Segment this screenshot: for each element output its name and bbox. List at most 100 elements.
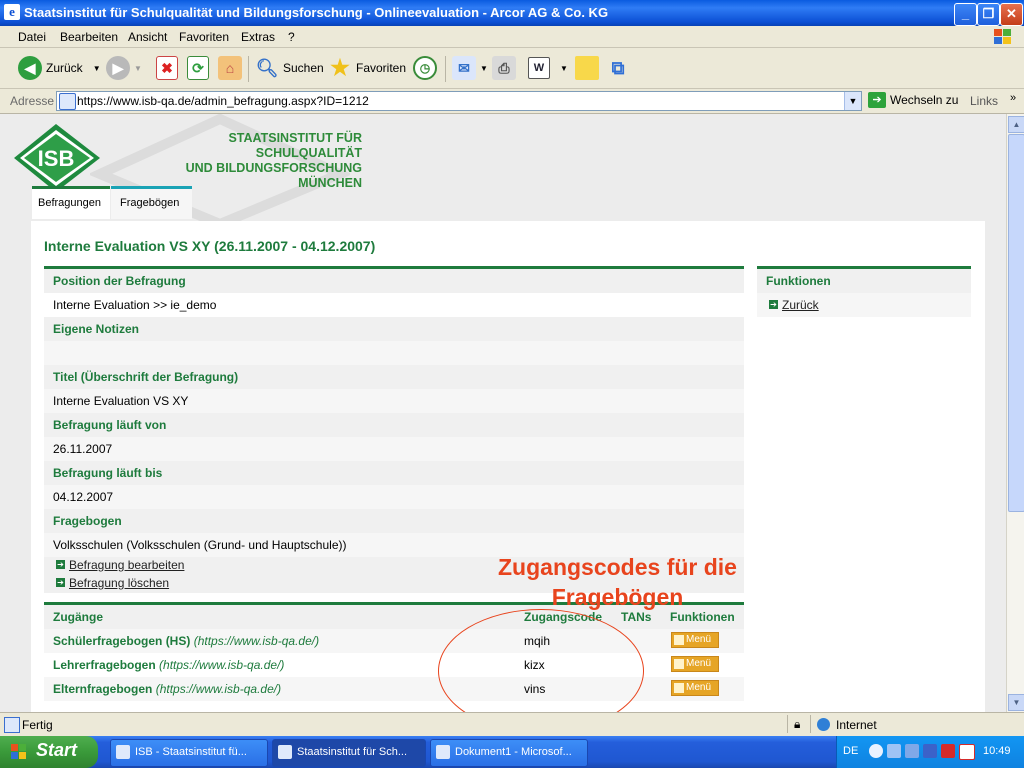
home-button[interactable]: ⌂ bbox=[218, 54, 242, 82]
word-icon bbox=[436, 745, 450, 759]
back-arrow-icon: ◀ bbox=[18, 56, 42, 80]
header-functions: Funktionen bbox=[670, 610, 735, 624]
logo-text: ISB bbox=[38, 146, 75, 171]
tab-befragungen[interactable]: Befragungen bbox=[32, 186, 110, 219]
menu-icon bbox=[674, 659, 684, 669]
search-icon: 🔍︎ bbox=[255, 58, 279, 78]
speaker-icon[interactable] bbox=[905, 744, 919, 758]
chevron-down-icon[interactable]: ▼ bbox=[480, 64, 488, 73]
note-button[interactable] bbox=[575, 54, 599, 82]
toolbar: ◀ Zurück ▼ ▶ ▼ ✖ ⟳ ⌂ 🔍︎ Suchen ★ Favorit… bbox=[0, 48, 1024, 89]
site-header: ISB STAATSINSTITUT FÜR SCHULQUALITÄT UND… bbox=[0, 114, 1006, 224]
scroll-down-icon[interactable]: ▼ bbox=[1008, 694, 1024, 711]
title-label: Titel (Überschrift der Befragung) bbox=[53, 370, 239, 384]
edit-button[interactable]: W ▼ bbox=[528, 54, 568, 82]
window-title: Staatsinstitut für Schulqualität und Bil… bbox=[24, 5, 609, 20]
forward-button[interactable]: ▶ ▼ bbox=[106, 54, 142, 82]
functions-panel: Funktionen ➔ Zurück bbox=[757, 266, 971, 317]
menu-icon bbox=[674, 635, 684, 645]
address-input[interactable]: https://www.isb-qa.de/admin_befragung.as… bbox=[56, 91, 862, 111]
end-date-value: 04.12.2007 bbox=[53, 490, 114, 504]
menu-icon bbox=[674, 683, 684, 693]
language-indicator[interactable]: DE bbox=[843, 745, 858, 757]
zone-text: Internet bbox=[836, 718, 877, 732]
back-button[interactable]: ◀ Zurück ▼ bbox=[18, 54, 101, 82]
links-bar[interactable]: Links bbox=[970, 94, 998, 108]
tray-app-icon[interactable] bbox=[959, 744, 975, 760]
scroll-thumb[interactable] bbox=[1008, 134, 1024, 512]
header-access: Zugänge bbox=[53, 610, 103, 624]
minimize-button[interactable]: _ bbox=[954, 3, 977, 26]
position-value: Interne Evaluation >> ie_demo bbox=[53, 298, 217, 312]
home-icon: ⌂ bbox=[218, 56, 242, 80]
globe-icon bbox=[817, 718, 830, 731]
taskbar-item[interactable]: ISB - Staatsinstitut fü... bbox=[110, 739, 268, 767]
notes-label: Eigene Notizen bbox=[53, 322, 140, 336]
antivirus-icon[interactable] bbox=[941, 744, 955, 758]
start-button[interactable]: Start bbox=[0, 736, 98, 768]
end-date-label: Befragung läuft bis bbox=[53, 466, 163, 480]
print-button[interactable]: ⎙ bbox=[492, 54, 516, 82]
page-icon bbox=[4, 717, 20, 733]
menu-ansicht[interactable]: Ansicht bbox=[128, 30, 167, 44]
mail-icon: ✉ bbox=[452, 56, 476, 80]
access-name: Lehrerfragebogen bbox=[53, 658, 156, 672]
lock-icon: 🔒︎ bbox=[794, 717, 801, 731]
tray-app-icon[interactable] bbox=[923, 744, 937, 758]
search-button[interactable]: 🔍︎ Suchen bbox=[255, 54, 324, 82]
system-tray: DE 10:49 bbox=[836, 736, 1024, 768]
arrow-right-icon: ➔ bbox=[56, 560, 65, 569]
close-button[interactable]: ✕ bbox=[1000, 3, 1023, 26]
network-icon[interactable] bbox=[887, 744, 901, 758]
stop-icon: ✖ bbox=[156, 56, 178, 80]
chevron-down-icon[interactable]: ▼ bbox=[134, 64, 142, 73]
menu-favoriten[interactable]: Favoriten bbox=[179, 30, 229, 44]
start-date-label: Befragung läuft von bbox=[53, 418, 167, 432]
survey-details: Position der Befragung Interne Evaluatio… bbox=[44, 266, 744, 593]
star-icon: ★ bbox=[330, 55, 350, 80]
menu-button[interactable]: Menü bbox=[671, 680, 719, 696]
favorites-button[interactable]: ★ Favoriten bbox=[328, 54, 406, 82]
chevron-down-icon[interactable]: ▼ bbox=[560, 64, 568, 73]
back-link[interactable]: ➔ Zurück bbox=[757, 293, 971, 317]
chevron-right-icon[interactable]: » bbox=[1010, 92, 1016, 104]
clock[interactable]: 10:49 bbox=[983, 745, 1011, 757]
scroll-up-icon[interactable]: ▲ bbox=[1008, 116, 1024, 133]
go-button[interactable]: ➔ Wechseln zu bbox=[868, 92, 958, 108]
access-name: Elternfragebogen bbox=[53, 682, 153, 696]
network-icon: ⧉ bbox=[611, 58, 625, 78]
maximize-button[interactable]: ❐ bbox=[977, 3, 1000, 26]
title-value: Interne Evaluation VS XY bbox=[53, 394, 189, 408]
messenger-button[interactable]: ⧉ bbox=[606, 54, 630, 82]
access-url: (https://www.isb-qa.de/) bbox=[155, 682, 282, 696]
refresh-button[interactable]: ⟳ bbox=[187, 54, 209, 82]
functions-label: Funktionen bbox=[766, 274, 831, 288]
mail-button[interactable]: ✉ ▼ bbox=[452, 54, 488, 82]
vertical-scrollbar[interactable]: ▲ ▼ bbox=[1006, 114, 1024, 712]
chevron-down-icon[interactable]: ▼ bbox=[93, 64, 101, 73]
chevron-left-icon[interactable] bbox=[869, 744, 883, 758]
tab-frageboegen[interactable]: Fragebögen bbox=[111, 186, 192, 219]
ie-icon bbox=[278, 745, 292, 759]
menu-button[interactable]: Menü bbox=[671, 632, 719, 648]
access-name: Schülerfragebogen (HS) bbox=[53, 634, 191, 648]
address-bar: Adresse https://www.isb-qa.de/admin_befr… bbox=[0, 89, 1024, 114]
taskbar-item-active[interactable]: Staatsinstitut für Sch... bbox=[272, 739, 426, 767]
arrow-right-icon: ➔ bbox=[769, 300, 778, 309]
address-url[interactable]: https://www.isb-qa.de/admin_befragung.as… bbox=[77, 94, 369, 108]
menu-extras[interactable]: Extras bbox=[241, 30, 275, 44]
menu-help[interactable]: ? bbox=[288, 30, 295, 44]
taskbar-item[interactable]: Dokument1 - Microsof... bbox=[430, 739, 588, 767]
menu-bearbeiten[interactable]: Bearbeiten bbox=[60, 30, 118, 44]
questionnaire-value: Volksschulen (Volksschulen (Grund- und H… bbox=[53, 538, 347, 552]
table-row: Schülerfragebogen (HS) (https://www.isb-… bbox=[44, 629, 744, 653]
window-title-bar[interactable]: e Staatsinstitut für Schulqualität und B… bbox=[0, 0, 1024, 26]
printer-icon: ⎙ bbox=[492, 56, 516, 80]
menu-datei[interactable]: Datei bbox=[18, 30, 46, 44]
menu-button[interactable]: Menü bbox=[671, 656, 719, 672]
annotation-text: Zugangscodes für die Fragebögen bbox=[498, 554, 737, 610]
history-button[interactable]: ◷ bbox=[413, 54, 437, 82]
stop-button[interactable]: ✖ bbox=[156, 54, 178, 82]
questionnaire-label: Fragebogen bbox=[53, 514, 122, 528]
chevron-down-icon[interactable]: ▼ bbox=[844, 92, 861, 110]
